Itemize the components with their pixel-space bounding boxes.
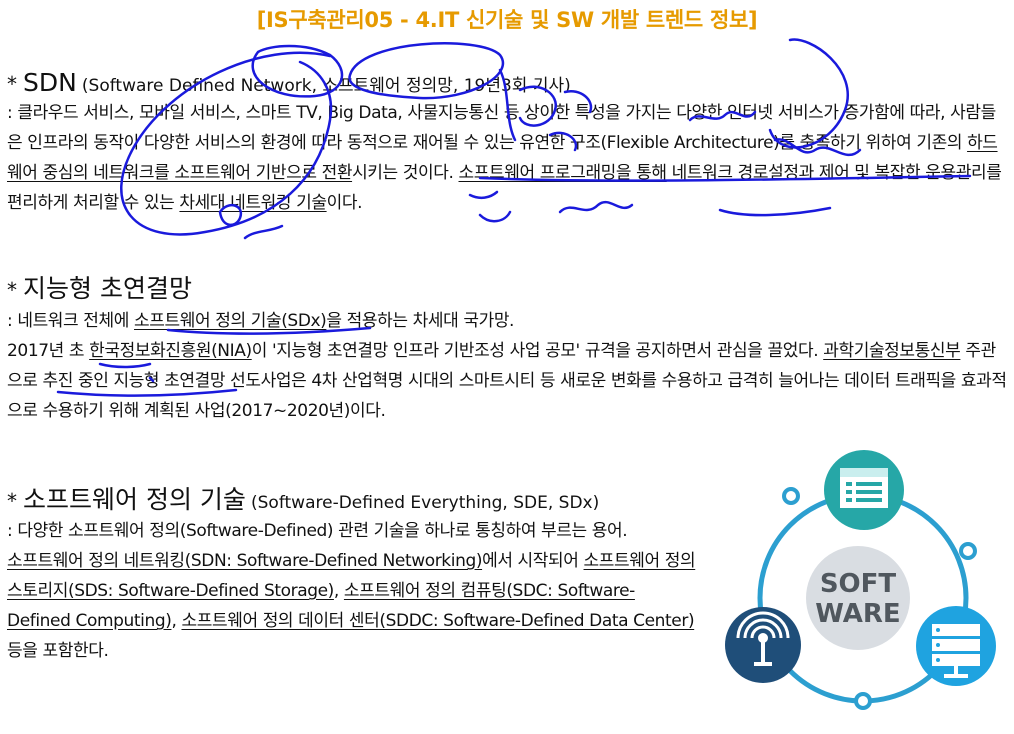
sdn-heading: SDN (23, 68, 77, 97)
sde-underline-1: 소프트웨어 정의 네트워킹(SDN: Software-Defined Netw… (7, 551, 483, 571)
center-label-2: WARE (815, 599, 900, 629)
center-label-1: SOFT (820, 569, 897, 599)
bullet: * (7, 278, 17, 302)
section-smart-network: * 지능형 초연결망 : 네트워크 전체에 소프트웨어 정의 기술(SDx)을 적… (7, 272, 1007, 426)
ring-dot (854, 692, 872, 710)
wifi-antenna-icon (725, 607, 801, 683)
sde-heading-line: * 소프트웨어 정의 기술 (Software-Defined Everythin… (7, 484, 697, 516)
smart-text-3: 2017년 초 (7, 341, 90, 361)
ring-dot (782, 487, 800, 505)
section-sde: * 소프트웨어 정의 기술 (Software-Defined Everythin… (7, 484, 697, 666)
sde-heading: 소프트웨어 정의 기술 (23, 485, 246, 514)
sde-paragraph-1: : 다양한 소프트웨어 정의(Software-Defined) 관련 기술을 … (7, 521, 628, 541)
center-badge: SOFT WARE (806, 546, 910, 650)
sdn-text-4: 이다. (326, 193, 363, 213)
bullet: * (7, 489, 17, 513)
smart-text-2: 을 적용하는 차세대 국가망. (326, 311, 515, 331)
smart-line-1: : 네트워크 전체에 소프트웨어 정의 기술(SDx)을 적용하는 차세대 국가… (7, 306, 1007, 336)
sdn-subheading: (Software Defined Network, 소프트웨어 정의망, 19… (81, 76, 571, 96)
smart-underline-1: 소프트웨어 정의 기술(SDx) (134, 311, 327, 331)
page-title: [IS구축관리05 - 4.IT 신기술 및 SW 개발 트렌드 정보] (256, 8, 758, 32)
sde-text-5: 등을 포함한다. (7, 641, 109, 661)
smart-underline-2: 한국정보화진흥원(NIA) (89, 341, 252, 361)
software-graphic: SOFT WARE (725, 450, 996, 710)
smart-heading-line: * 지능형 초연결망 (7, 272, 1007, 306)
sdn-body: : 클라우드 서비스, 모바일 서비스, 스마트 TV, Big Data, 사… (7, 98, 1007, 218)
document-list-icon (824, 450, 904, 530)
sde-text-4: , (171, 611, 182, 631)
sdn-heading-line: * SDN (Software Defined Network, 소프트웨어 정의… (7, 68, 1007, 98)
sdn-underline-2: 소프트웨어 프로그래밍을 통해 (458, 163, 668, 183)
smart-paragraph-2: 2017년 초 한국정보화진흥원(NIA)이 '지능형 초연결망 인프라 기반조… (7, 336, 1007, 426)
sdn-text-1: : 클라우드 서비스, 모바일 서비스, 스마트 TV, Big Data, 사… (7, 103, 996, 153)
sde-body: : 다양한 소프트웨어 정의(Software-Defined) 관련 기술을 … (7, 516, 697, 666)
smart-body: : 네트워크 전체에 소프트웨어 정의 기술(SDx)을 적용하는 차세대 국가… (7, 306, 1007, 426)
sdn-text-2: 시키는 것이다. (352, 163, 459, 183)
sdn-underline-3: 차세대 네트워킹 기술 (179, 193, 327, 213)
smart-text-1: : 네트워크 전체에 (7, 311, 135, 331)
ink-check-1 (243, 224, 284, 240)
sde-paragraph-2: 소프트웨어 정의 네트워킹(SDN: Software-Defined Netw… (7, 546, 697, 666)
server-stack-icon (916, 606, 996, 686)
sde-text-2: 에서 시작되어 (482, 551, 584, 571)
ring-dot (959, 542, 977, 560)
smart-underline-3: 과학기술정보통신부 (823, 341, 961, 361)
section-sdn: * SDN (Software Defined Network, 소프트웨어 정의… (7, 68, 1007, 218)
bullet: * (7, 72, 17, 96)
sde-subheading: (Software-Defined Everything, SDE, SDx) (251, 493, 600, 513)
smart-heading: 지능형 초연결망 (23, 274, 192, 303)
sde-underline-4: 소프트웨어 정의 데이터 센터(SDDC: Software-Defined D… (181, 611, 695, 631)
smart-text-4: 이 '지능형 초연결망 인프라 기반조성 사업 공모' 규격을 공지하면서 관심… (251, 341, 824, 361)
sde-text-3: , (333, 581, 344, 601)
